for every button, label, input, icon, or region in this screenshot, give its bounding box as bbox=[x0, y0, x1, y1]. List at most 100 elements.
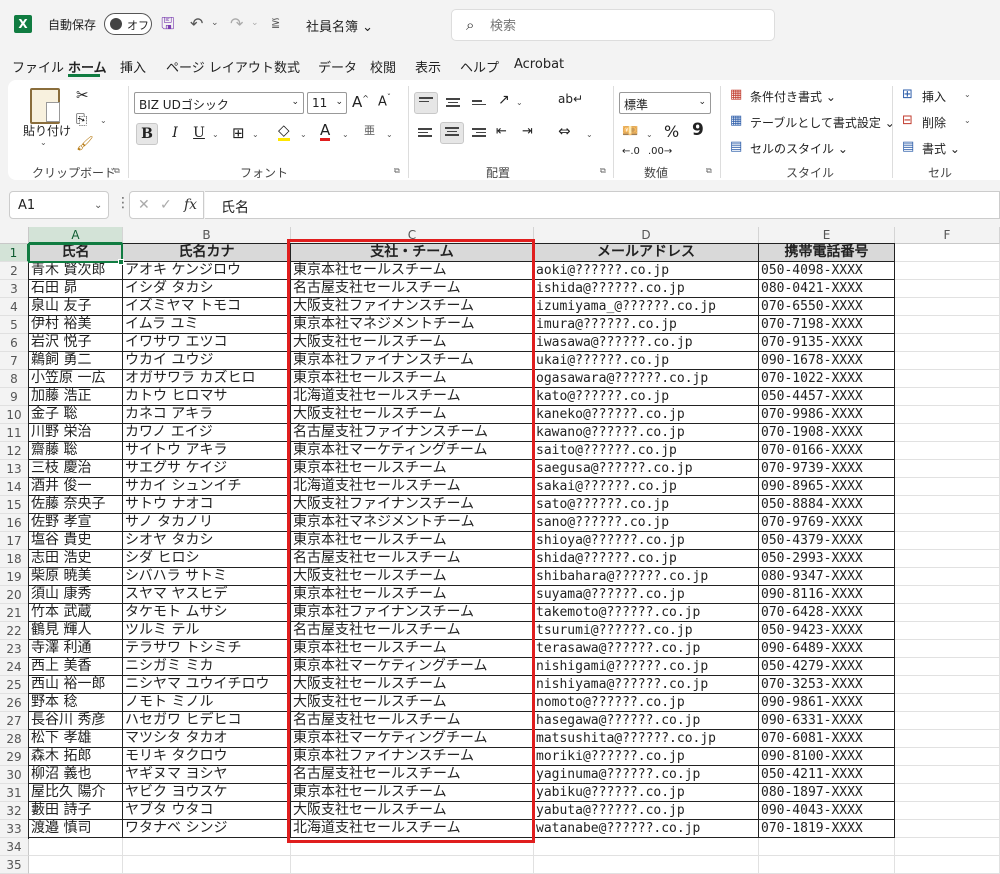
row-header[interactable]: 21 bbox=[0, 604, 29, 622]
more-options-icon[interactable]: ⋮ bbox=[116, 195, 130, 211]
comma-style-icon[interactable]: 9 bbox=[692, 120, 704, 140]
email-cell[interactable]: imura@??????.co.jp bbox=[534, 316, 759, 334]
name-cell[interactable]: 野本 稔 bbox=[29, 694, 123, 712]
tab-page-layout[interactable]: ページ レイアウト bbox=[166, 57, 274, 76]
branch-team-cell[interactable]: 東京本社セールスチーム bbox=[291, 532, 534, 550]
email-cell[interactable]: tsurumi@??????.co.jp bbox=[534, 622, 759, 640]
kana-cell[interactable]: イズミヤマ トモコ bbox=[123, 298, 291, 316]
underline-dropdown-icon[interactable]: ⌄ bbox=[212, 130, 219, 139]
email-cell[interactable]: yaginuma@??????.co.jp bbox=[534, 766, 759, 784]
row-header[interactable]: 17 bbox=[0, 532, 29, 550]
name-cell[interactable]: 酒井 俊一 bbox=[29, 478, 123, 496]
name-cell[interactable]: 三枝 慶治 bbox=[29, 460, 123, 478]
row-header[interactable]: 15 bbox=[0, 496, 29, 514]
phone-cell[interactable]: 070-0166-XXXX bbox=[759, 442, 895, 460]
branch-team-cell[interactable]: 北海道支社セールスチーム bbox=[291, 478, 534, 496]
accounting-dropdown-icon[interactable]: ⌄ bbox=[646, 130, 653, 139]
phone-cell[interactable]: 050-4457-XXXX bbox=[759, 388, 895, 406]
row-header[interactable]: 19 bbox=[0, 568, 29, 586]
paste-button-label[interactable]: 貼り付け bbox=[23, 122, 71, 139]
email-cell[interactable]: kaneko@??????.co.jp bbox=[534, 406, 759, 424]
borders-dropdown-icon[interactable]: ⌄ bbox=[252, 130, 259, 139]
kana-cell[interactable]: サトウ ナオコ bbox=[123, 496, 291, 514]
email-cell[interactable]: hasegawa@??????.co.jp bbox=[534, 712, 759, 730]
bold-button[interactable]: B bbox=[136, 123, 158, 145]
font-launcher-icon[interactable]: ⧉ bbox=[394, 166, 400, 176]
kana-cell[interactable]: ヤブタ ウタコ bbox=[123, 802, 291, 820]
row-header[interactable]: 13 bbox=[0, 460, 29, 478]
name-cell[interactable]: 青木 賢次郎 bbox=[29, 262, 123, 280]
name-cell[interactable]: 岩沢 悦子 bbox=[29, 334, 123, 352]
row-header[interactable]: 24 bbox=[0, 658, 29, 676]
phonetic-dropdown-icon[interactable]: ⌄ bbox=[386, 130, 393, 139]
phone-cell[interactable]: 080-0421-XXXX bbox=[759, 280, 895, 298]
conditional-format-icon[interactable]: ▦ bbox=[730, 87, 742, 102]
branch-team-cell[interactable]: 東京本社ファイナンスチーム bbox=[291, 352, 534, 370]
decrease-decimal-icon[interactable]: .00→ bbox=[648, 146, 672, 157]
tab-formulas[interactable]: 数式 bbox=[274, 57, 300, 76]
email-cell[interactable]: moriki@??????.co.jp bbox=[534, 748, 759, 766]
phone-cell[interactable]: 090-8100-XXXX bbox=[759, 748, 895, 766]
row-header[interactable]: 16 bbox=[0, 514, 29, 532]
kana-cell[interactable]: イワサワ エツコ bbox=[123, 334, 291, 352]
enter-icon[interactable]: ✓ bbox=[160, 197, 172, 213]
name-cell[interactable]: 竹本 武蔵 bbox=[29, 604, 123, 622]
font-size-select[interactable]: 11 ⌄ bbox=[307, 92, 347, 114]
format-painter-icon[interactable]: 🖌 bbox=[76, 136, 94, 152]
email-cell[interactable]: saegusa@??????.co.jp bbox=[534, 460, 759, 478]
email-cell[interactable]: nomoto@??????.co.jp bbox=[534, 694, 759, 712]
save-icon[interactable]: 🖫 bbox=[161, 13, 175, 40]
name-cell[interactable]: 寺澤 利通 bbox=[29, 640, 123, 658]
name-cell[interactable]: 柳沼 義也 bbox=[29, 766, 123, 784]
kana-cell[interactable]: ウカイ ユウジ bbox=[123, 352, 291, 370]
email-cell[interactable]: watanabe@??????.co.jp bbox=[534, 820, 759, 838]
row-header[interactable]: 6 bbox=[0, 334, 29, 352]
chevron-down-icon[interactable]: ⌄ bbox=[94, 200, 102, 211]
name-cell[interactable]: 柴原 暁美 bbox=[29, 568, 123, 586]
redo-dropdown-icon[interactable]: ⌄ bbox=[251, 18, 259, 28]
row-header[interactable]: 7 bbox=[0, 352, 29, 370]
merge-center-icon[interactable]: ⇔ bbox=[558, 122, 571, 140]
row-header[interactable]: 34 bbox=[0, 838, 29, 856]
name-cell[interactable]: 泉山 友子 bbox=[29, 298, 123, 316]
kana-cell[interactable]: シオヤ タカシ bbox=[123, 532, 291, 550]
shrink-font-icon[interactable]: Aˇ bbox=[378, 93, 391, 109]
align-right-icon[interactable] bbox=[472, 128, 486, 140]
tab-review[interactable]: 校閲 bbox=[370, 57, 396, 76]
row-header[interactable]: 33 bbox=[0, 820, 29, 838]
email-cell[interactable]: izumiyama_@??????.co.jp bbox=[534, 298, 759, 316]
phone-cell[interactable]: 070-9135-XXXX bbox=[759, 334, 895, 352]
italic-button[interactable]: I bbox=[164, 123, 186, 145]
branch-team-cell[interactable]: 東京本社セールスチーム bbox=[291, 460, 534, 478]
clipboard-launcher-icon[interactable]: ⧉ bbox=[114, 166, 120, 176]
phone-cell[interactable]: 090-6331-XXXX bbox=[759, 712, 895, 730]
row-header[interactable]: 5 bbox=[0, 316, 29, 334]
tab-data[interactable]: データ bbox=[318, 57, 357, 76]
header-cell-email[interactable]: メールアドレス bbox=[534, 244, 759, 262]
insert-function-icon[interactable]: fx bbox=[184, 197, 197, 213]
email-cell[interactable]: ukai@??????.co.jp bbox=[534, 352, 759, 370]
insert-cells-button[interactable]: 挿入 bbox=[922, 88, 946, 105]
wrap-text-icon[interactable]: ab↵ bbox=[558, 92, 583, 106]
name-cell[interactable]: 志田 浩史 bbox=[29, 550, 123, 568]
kana-cell[interactable]: モリキ タクロウ bbox=[123, 748, 291, 766]
row-header[interactable]: 1 bbox=[0, 244, 29, 262]
kana-cell[interactable]: イシダ タカシ bbox=[123, 280, 291, 298]
email-cell[interactable]: sakai@??????.co.jp bbox=[534, 478, 759, 496]
tab-file[interactable]: ファイル bbox=[12, 57, 64, 76]
row-header[interactable]: 30 bbox=[0, 766, 29, 784]
document-name[interactable]: 社員名簿 ⌄ bbox=[306, 16, 373, 35]
branch-team-cell[interactable]: 名古屋支社セールスチーム bbox=[291, 712, 534, 730]
row-header[interactable]: 22 bbox=[0, 622, 29, 640]
row-header[interactable]: 32 bbox=[0, 802, 29, 820]
row-header[interactable]: 29 bbox=[0, 748, 29, 766]
cancel-icon[interactable]: ✕ bbox=[138, 197, 150, 213]
redo-icon[interactable]: ↷ bbox=[230, 14, 243, 33]
name-cell[interactable]: 金子 聡 bbox=[29, 406, 123, 424]
row-header[interactable]: 2 bbox=[0, 262, 29, 280]
branch-team-cell[interactable]: 大阪支社ファイナンスチーム bbox=[291, 298, 534, 316]
kana-cell[interactable]: ワタナベ シンジ bbox=[123, 820, 291, 838]
name-cell[interactable]: 西山 裕一郎 bbox=[29, 676, 123, 694]
fill-handle[interactable] bbox=[118, 259, 124, 265]
paste-icon[interactable] bbox=[30, 88, 60, 124]
